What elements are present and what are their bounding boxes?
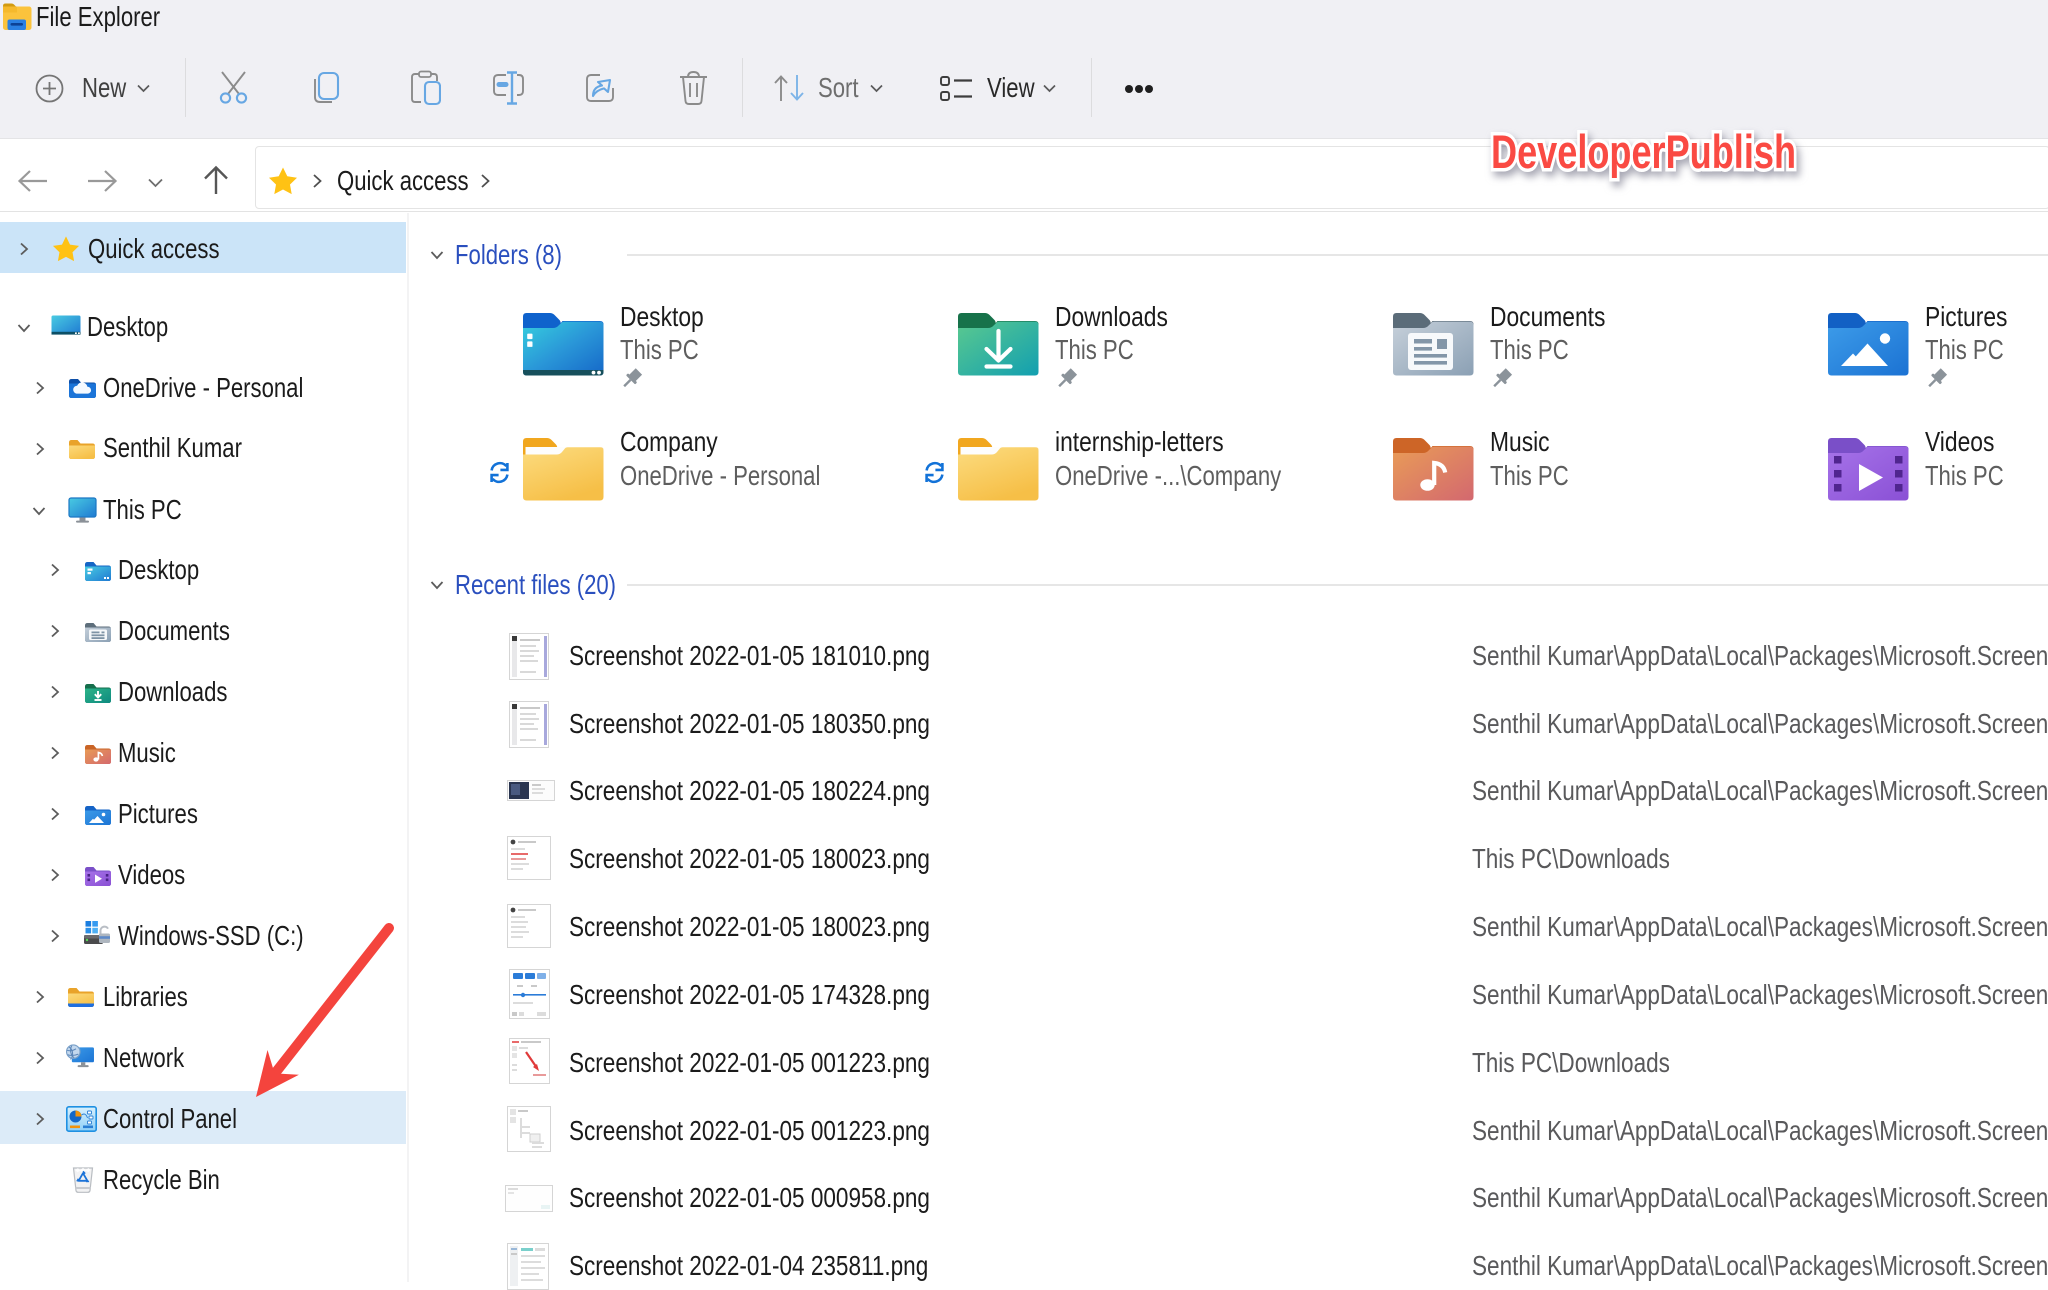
svg-text:DeveloperPublish: DeveloperPublish <box>1491 125 1796 178</box>
